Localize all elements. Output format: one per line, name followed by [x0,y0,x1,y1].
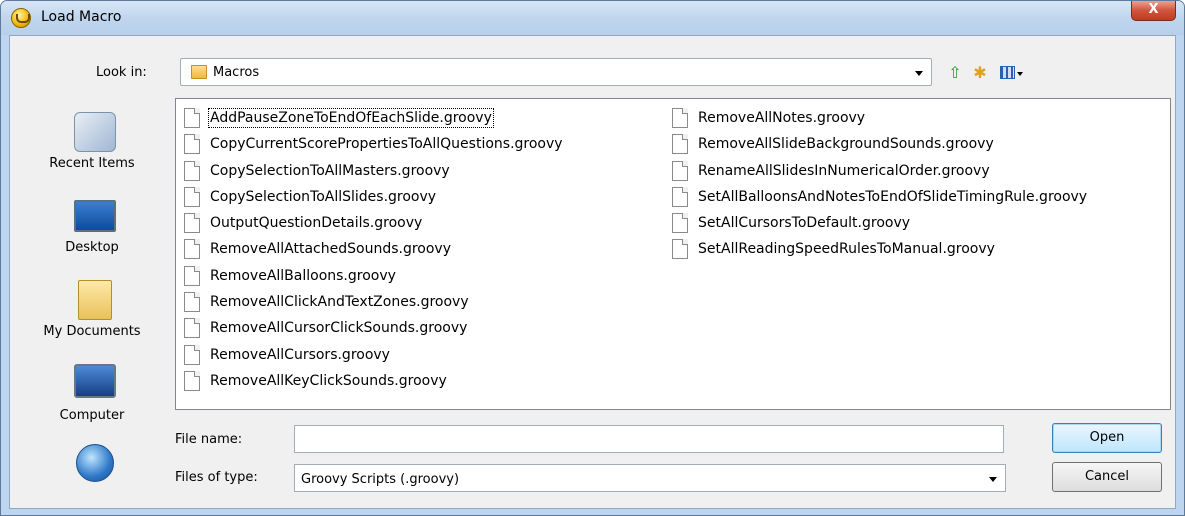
dialog-body: Look in: Macros ⇧ ✱ Recent Items Desktop… [9,35,1176,509]
my-documents-icon [78,280,112,320]
place-label: Recent Items [49,156,135,171]
groovy-file-icon [672,239,688,260]
groovy-file-icon [672,134,688,155]
groovy-file-icon [672,213,688,234]
file-name: CopyCurrentScorePropertiesToAllQuestions… [210,136,563,153]
place-my-documents[interactable]: My Documents [10,280,174,360]
place-label: Desktop [65,240,119,255]
files-of-type-label: Files of type: [175,470,258,485]
file-name: OutputQuestionDetails.groovy [210,215,423,232]
place-label: Computer [59,408,125,423]
folder-icon [191,65,207,79]
file-name-label: File name: [175,432,243,447]
groovy-file-icon [184,292,200,313]
place-recent-items[interactable]: Recent Items [10,112,174,192]
file-name: RemoveAllSlideBackgroundSounds.groovy [698,136,994,153]
look-in-label: Look in: [96,65,147,80]
place-desktop[interactable]: Desktop [10,196,174,276]
file-list[interactable]: AddPauseZoneToEndOfEachSlide.groovy Copy… [175,98,1171,410]
files-of-type-dropdown[interactable]: Groovy Scripts (.groovy) [294,464,1006,492]
file-name: SetAllBalloonsAndNotesToEndOfSlideTiming… [698,188,1088,205]
file-name-input[interactable] [294,425,1004,453]
groovy-file-icon [184,213,200,234]
groovy-file-icon [184,239,200,260]
computer-icon [74,364,116,398]
place-label: My Documents [43,324,141,339]
file-name: RemoveAllAttachedSounds.groovy [210,241,451,258]
chevron-down-icon[interactable] [989,477,997,482]
file-name: CopySelectionToAllMasters.groovy [210,162,450,179]
groovy-file-icon [184,370,200,391]
groovy-file-icon [672,108,688,128]
groovy-file-icon [184,318,200,339]
open-button[interactable]: Open [1052,423,1162,453]
title-bar[interactable]: Load Macro X [1,1,1184,35]
close-button[interactable]: X [1131,1,1176,21]
groovy-file-icon [672,186,688,207]
look-in-dropdown[interactable]: Macros [180,58,932,86]
view-menu-icon[interactable] [1000,64,1024,82]
file-name: RenameAllSlidesInNumericalOrder.groovy [698,162,990,179]
file-name: RemoveAllBalloons.groovy [210,267,396,284]
file-name: RemoveAllKeyClickSounds.groovy [210,372,447,389]
groovy-file-icon [672,160,688,181]
groovy-file-icon [184,160,200,181]
look-in-value: Macros [213,65,260,80]
file-name: CopySelectionToAllSlides.groovy [210,188,437,205]
file-name: AddPauseZoneToEndOfEachSlide.groovy [208,108,494,128]
file-name: RemoveAllNotes.groovy [698,110,866,126]
place-network[interactable] [10,444,174,506]
groovy-file-icon [184,186,200,207]
recent-items-icon [74,112,116,152]
cancel-button[interactable]: Cancel [1052,462,1162,492]
new-folder-icon[interactable]: ✱ [970,64,990,82]
desktop-icon [74,200,116,232]
file-name: RemoveAllCursorClickSounds.groovy [210,320,468,337]
up-one-level-icon[interactable]: ⇧ [945,64,965,82]
network-icon [76,444,114,482]
groovy-file-icon [184,344,200,365]
view-grid-icon [1000,66,1015,79]
file-name: RemoveAllClickAndTextZones.groovy [210,294,469,311]
dialog-title: Load Macro [41,9,122,25]
groovy-file-icon [184,265,200,286]
view-menu-chevron-icon [1017,72,1023,76]
load-macro-dialog: Load Macro X Look in: Macros ⇧ ✱ Recent … [0,0,1185,516]
groovy-file-icon [184,108,200,128]
file-name: RemoveAllCursors.groovy [210,346,390,363]
place-computer[interactable]: Computer [10,364,174,444]
app-icon [11,8,31,28]
chevron-down-icon[interactable] [915,71,923,76]
places-bar: Recent Items Desktop My Documents Comput… [10,94,174,506]
files-of-type-value: Groovy Scripts (.groovy) [301,472,460,487]
groovy-file-icon [184,134,200,155]
file-name: SetAllReadingSpeedRulesToManual.groovy [698,241,995,258]
file-name: SetAllCursorsToDefault.groovy [698,215,911,232]
